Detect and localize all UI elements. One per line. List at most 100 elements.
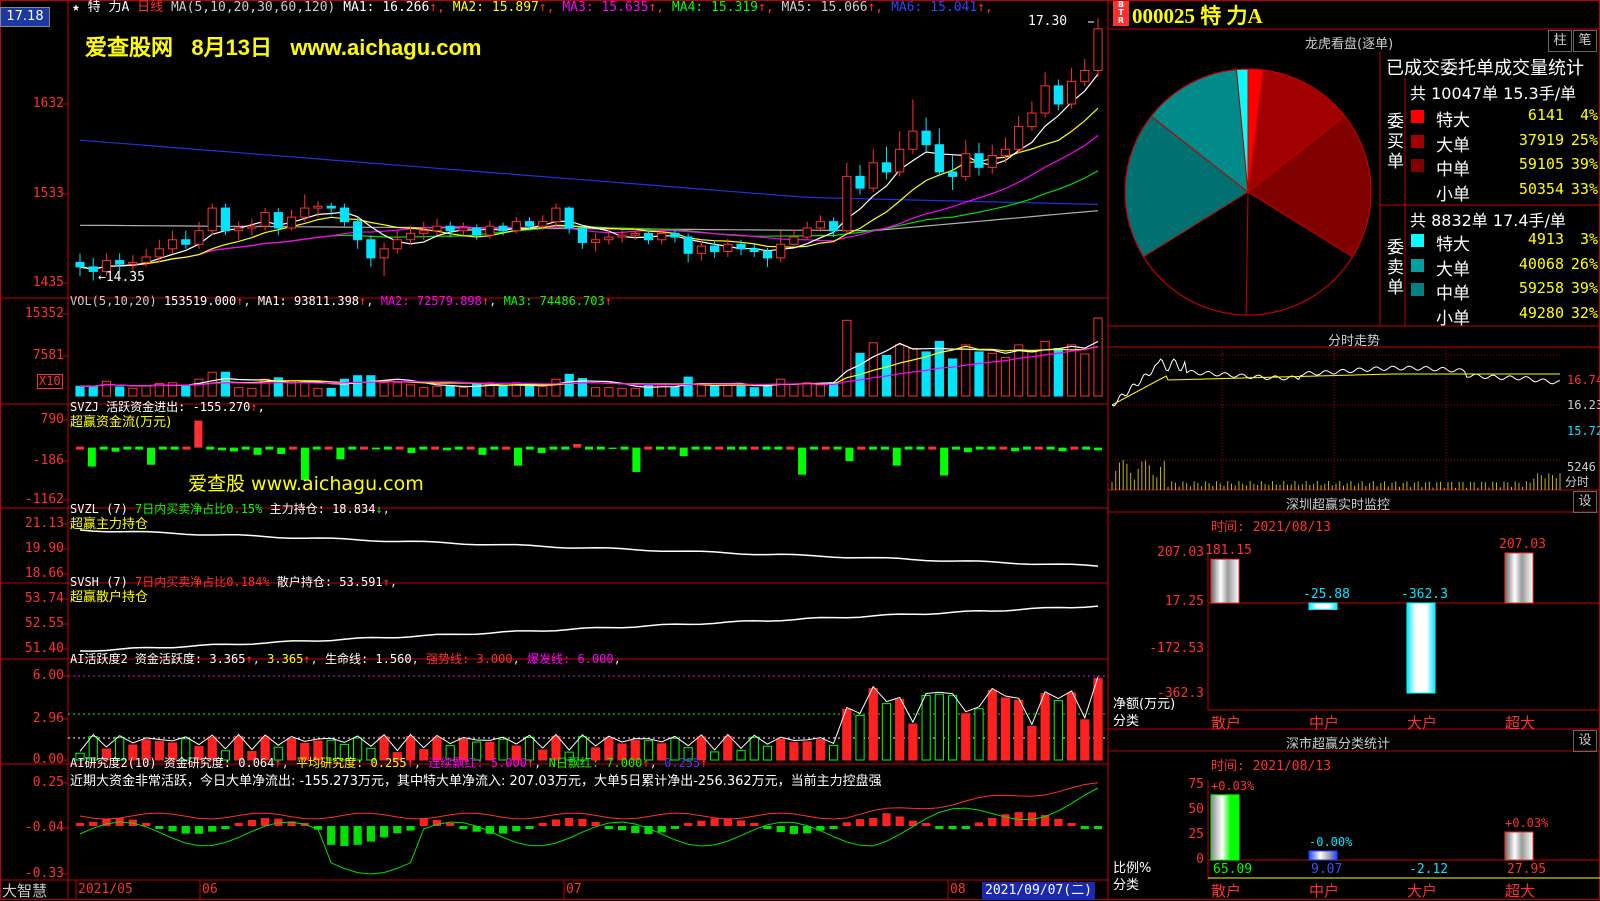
candle-body (921, 130, 931, 146)
svzj-bar (371, 447, 380, 450)
ai-active-bar (908, 723, 918, 761)
ai-research-bar (221, 826, 230, 829)
ai-research-bar (882, 813, 891, 826)
ai-active-axis-max: 6.00 (32, 668, 64, 683)
sz-bar-label-3: 207.03 (1499, 537, 1546, 552)
sz-bar-3 (1504, 552, 1534, 604)
ai-active-bar (802, 741, 812, 761)
ai-research-bar (247, 819, 256, 826)
ai-research-bar (512, 826, 521, 832)
svsh-line (79, 605, 1099, 652)
svzl-ratio: 7日内买卖净占比0.15% (135, 502, 263, 516)
ai-active-bar (842, 709, 852, 761)
ai-research-bar (340, 826, 349, 846)
ai-active-bar (895, 699, 905, 761)
arrow-up-icon: ↑ (481, 294, 490, 308)
svzj-bar (395, 446, 404, 450)
intraday-unit: 分时 (1565, 475, 1590, 489)
candle-body (75, 261, 85, 268)
arrow-up-icon: ↑ (274, 756, 282, 770)
date-label-2: 07 (566, 882, 582, 897)
intraday-axis-0: 16.74 (1567, 373, 1600, 387)
candle-body (842, 175, 852, 232)
intraday-axis-2: 15.72 (1567, 424, 1600, 438)
ai-research-nday: N日飘红: 7.000 (548, 756, 643, 770)
vol-ma2-line (80, 345, 1099, 387)
candle-body (154, 248, 164, 258)
candle-body (670, 232, 680, 238)
svzj-bar (596, 446, 605, 450)
svzj-bar (336, 447, 345, 460)
buy-row-label-3: 小单 (1436, 184, 1470, 205)
ai-research-bar (1093, 826, 1103, 829)
sz-bar-1 (1308, 602, 1338, 610)
ai-research-bar (935, 826, 944, 829)
cls-title: 深市超赢分类统计 (1286, 737, 1391, 752)
candle-body (234, 227, 244, 232)
candle-body (353, 221, 363, 241)
ai-research-bar (551, 819, 561, 826)
volume-bar (1053, 347, 1063, 397)
svzj-bar (916, 446, 925, 450)
sz-cat-label: 分类 (1113, 714, 1140, 729)
sz-bar-label-2: -362.3 (1401, 587, 1448, 602)
svzj-bar (798, 447, 807, 475)
cls-settings-button[interactable]: 设 (1573, 730, 1597, 752)
candle-body (987, 155, 997, 168)
watermark-title: 爱查股网 8月13日 www.aichagu.com (85, 35, 482, 60)
sell-summary: 共 8832单 17.4手/单 (1410, 211, 1566, 230)
svzj-bar (738, 446, 747, 450)
svzj-bar (928, 446, 937, 450)
volume-bar (538, 385, 548, 397)
svzj-bar (502, 446, 511, 450)
volume-bar (670, 386, 680, 397)
cls-cat-1: 中户 (1309, 882, 1340, 900)
volume-bar (101, 380, 112, 397)
vol-ma2: MA2: 72579.898 (380, 294, 482, 308)
svzj-bar (277, 447, 286, 454)
buy-row-pct-1: 25% (1570, 130, 1598, 149)
sz-settings-button[interactable]: 设 (1573, 491, 1597, 513)
candle-body (908, 130, 918, 150)
svzl-subtitle: 超赢主力持仓 (70, 517, 149, 532)
candle-body (630, 232, 640, 236)
volume-bar (961, 344, 971, 397)
ai-research-summary: 近期大资金非常活跃，今日大单净流出: -155.273万元，其中特大单净流入: … (70, 774, 882, 789)
volume-bar (286, 380, 297, 397)
cls-cat-label: 分类 (1113, 878, 1140, 893)
ma4-line (79, 170, 1099, 270)
candle-body (974, 153, 984, 168)
volume-bar (194, 378, 204, 397)
svzj-bar (1034, 446, 1043, 450)
ai-research-bar (869, 818, 878, 826)
ai-research-header: AI研究度2(10) 资金研究度: 0.064↑, 平均研究度: 0.255↑,… (70, 756, 708, 770)
svzj-bar (987, 446, 996, 450)
arrow-up-icon: ↑, (648, 0, 665, 15)
ai-research-avg: 平均研究度: 0.255 (296, 756, 407, 770)
svsh-axis-mid: 52.55 (24, 616, 64, 631)
arrow-up-icon: ↑ (359, 294, 367, 308)
ai-research-bar (763, 826, 772, 829)
candle-body (286, 216, 297, 229)
svzj-bar (442, 447, 451, 451)
dragon-tab[interactable]: 龙虎看盘(逐单) (1305, 33, 1393, 52)
svzj-bar (123, 446, 132, 450)
volume-bars (75, 317, 1103, 397)
volume-bar (1093, 317, 1103, 397)
intraday-avg-line (1111, 373, 1560, 406)
ai-research-bar (208, 826, 217, 832)
buy-row-label-1: 大单 (1436, 135, 1470, 156)
volume-bar (75, 385, 85, 397)
bar-mode-button[interactable]: 柱 (1548, 30, 1572, 52)
intraday-title: 分时走势 (1328, 334, 1381, 349)
ma-label: MA(5,10,20,30,60,120) (170, 0, 336, 15)
vol-unit: X10 (37, 374, 63, 389)
candle-body (802, 227, 812, 238)
svzj-bar (241, 446, 250, 450)
candle-body (643, 232, 654, 241)
tick-mode-button[interactable]: 笔 (1573, 30, 1597, 52)
cls-axis-2: 25 (1188, 827, 1204, 842)
volume-bar (947, 358, 958, 397)
svzj-bar (513, 447, 522, 466)
arrow-up-icon: ↑ (236, 294, 244, 308)
